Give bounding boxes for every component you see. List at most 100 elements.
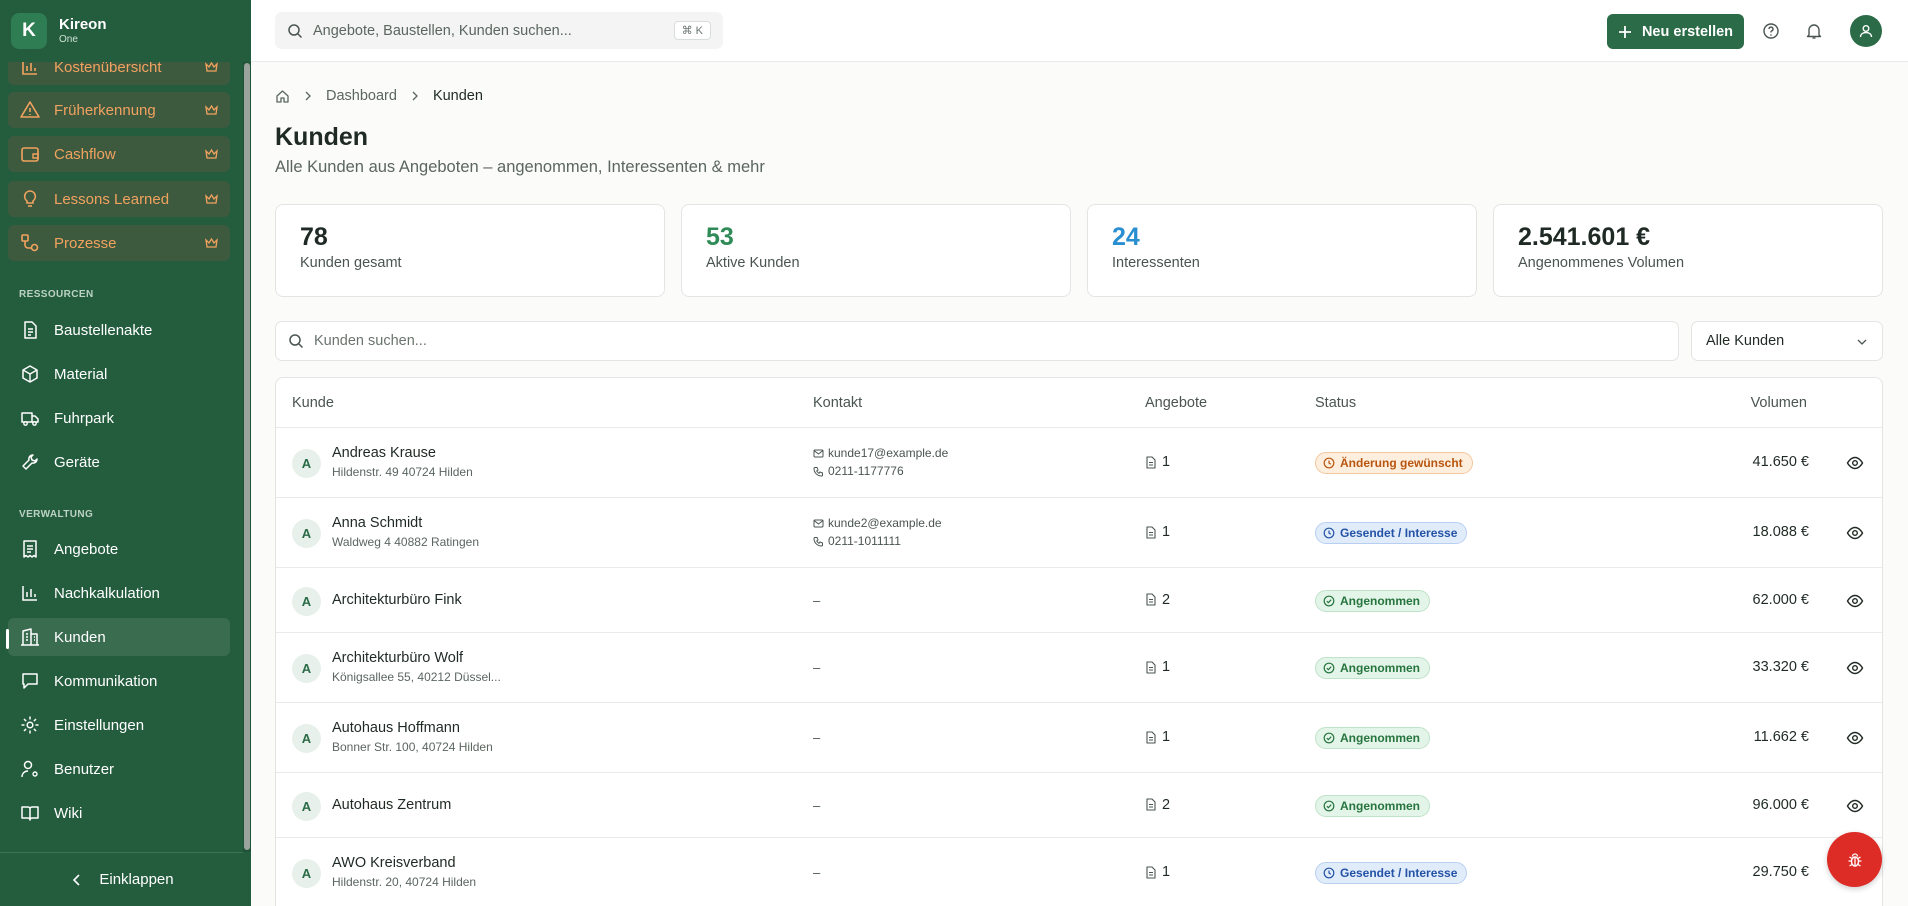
- sidebar-item-nachkalkulation[interactable]: Nachkalkulation: [8, 574, 230, 612]
- sidebar-item-prozesse[interactable]: Prozesse: [8, 225, 230, 261]
- check-circle-icon: [1323, 732, 1335, 744]
- crown-icon: [205, 148, 218, 159]
- view-eye-icon[interactable]: [1846, 729, 1864, 747]
- help-icon[interactable]: [1762, 22, 1780, 40]
- active-indicator: [6, 629, 9, 649]
- filter-selected-value: Alle Kunden: [1706, 333, 1785, 349]
- stat-value: 2.541.601 €: [1518, 223, 1651, 251]
- customer-search[interactable]: [275, 321, 1679, 361]
- sidebar-item-angebote[interactable]: Angebote: [8, 530, 230, 568]
- customer-name[interactable]: Architekturbüro Wolf: [332, 650, 463, 666]
- clock-icon: [1323, 867, 1335, 879]
- col-header-volumen[interactable]: Volumen: [1751, 378, 1807, 427]
- bar-chart-icon: [22, 586, 37, 601]
- col-header-status[interactable]: Status: [1315, 378, 1356, 427]
- view-eye-icon[interactable]: [1846, 524, 1864, 542]
- global-search[interactable]: Angebote, Baustellen, Kunden suchen... ⌘…: [275, 12, 723, 49]
- status-badge: Gesendet / Interesse: [1315, 862, 1468, 884]
- table-row[interactable]: A Autohaus Hoffmann Bonner Str. 100, 40724…: [276, 703, 1882, 773]
- document-icon: [1146, 865, 1156, 879]
- contact-email[interactable]: kunde17@example.de: [813, 446, 948, 460]
- offers-count-value: 1: [1162, 729, 1171, 745]
- bell-icon[interactable]: [1805, 22, 1823, 40]
- stat-card-prospects: 24 Interessenten: [1087, 204, 1477, 297]
- view-eye-icon[interactable]: [1846, 592, 1864, 610]
- customer-filter-select[interactable]: Alle Kunden: [1691, 321, 1883, 361]
- sidebar-scrollbar-thumb[interactable]: [244, 63, 250, 850]
- check-circle-icon: [1323, 662, 1335, 674]
- customer-address: Bonner Str. 100, 40724 Hilden: [332, 740, 493, 754]
- sidebar-item-einstellungen[interactable]: Einstellungen: [8, 706, 230, 744]
- table-row[interactable]: A Architekturbüro Fink – 2 Angenommen 62.000 …: [276, 568, 1882, 633]
- sidebar-item-label: Fuhrpark: [54, 409, 115, 427]
- table-row[interactable]: A Architekturbüro Wolf Königsallee 55, 402…: [276, 633, 1882, 703]
- user-avatar[interactable]: [1850, 15, 1882, 47]
- sidebar-item-label: Früherkennung: [54, 101, 156, 119]
- contact-phone[interactable]: 0211-1177776: [813, 464, 904, 478]
- sidebar-item-label: Geräte: [54, 453, 100, 471]
- contact-email[interactable]: kunde2@example.de: [813, 516, 942, 530]
- collapse-button[interactable]: Einklappen: [0, 852, 243, 906]
- stat-label: Angenommenes Volumen: [1518, 255, 1685, 271]
- clock-icon: [1323, 457, 1335, 469]
- user-icon: [1859, 25, 1873, 38]
- phone-icon: [813, 466, 823, 477]
- table-row[interactable]: A Andreas Krause Hildenstr. 49 40724 Hilde…: [276, 428, 1882, 498]
- customer-name[interactable]: Autohaus Zentrum: [332, 797, 451, 813]
- crown-icon: [205, 193, 218, 204]
- sidebar-item-label: Cashflow: [54, 145, 116, 163]
- status-text: Angenommen: [1340, 731, 1421, 745]
- receipt-icon: [23, 540, 37, 558]
- view-eye-icon[interactable]: [1846, 797, 1864, 815]
- offers-count: 1: [1145, 454, 1170, 470]
- home-icon[interactable]: [275, 89, 290, 104]
- volume-value: 18.088 €: [1752, 524, 1809, 540]
- wallet-icon: [21, 147, 39, 162]
- customer-search-input[interactable]: [314, 333, 1614, 349]
- customer-name[interactable]: Andreas Krause: [332, 445, 436, 461]
- customers-table: Kunde Kontakt Angebote Status Volumen AA…: [275, 377, 1883, 906]
- sidebar-item-material[interactable]: Material: [8, 355, 230, 393]
- page-title: Kunden: [275, 123, 369, 151]
- customer-name[interactable]: AWO Kreisverband: [332, 855, 456, 871]
- view-eye-icon[interactable]: [1846, 659, 1864, 677]
- truck-icon: [21, 412, 39, 426]
- sidebar-item-label: Prozesse: [54, 234, 117, 252]
- sidebar-item-frueherkennung[interactable]: Früherkennung: [8, 92, 230, 128]
- new-create-button[interactable]: Neu erstellen: [1607, 14, 1744, 49]
- customer-avatar: A: [292, 859, 321, 888]
- sidebar-header[interactable]: K Kireon One: [0, 0, 251, 62]
- customer-name[interactable]: Autohaus Hoffmann: [332, 720, 460, 736]
- stat-value: 78: [300, 223, 328, 251]
- sidebar-item-benutzer[interactable]: Benutzer: [8, 750, 230, 788]
- sidebar-item-cashflow[interactable]: Cashflow: [8, 136, 230, 172]
- sidebar-item-kunden[interactable]: Kunden: [8, 618, 230, 656]
- bug-report-button[interactable]: [1827, 832, 1882, 887]
- contact-phone[interactable]: 0211-1011111: [813, 534, 901, 548]
- sidebar-item-kommunikation[interactable]: Kommunikation: [8, 662, 230, 700]
- sidebar-item-wiki[interactable]: Wiki: [8, 794, 230, 832]
- table-row[interactable]: A Anna Schmidt Waldweg 4 40882 Ratingen kun…: [276, 498, 1882, 568]
- sidebar-item-baustellenakte[interactable]: Baustellenakte: [8, 311, 230, 349]
- col-header-kunde[interactable]: Kunde: [292, 378, 334, 427]
- document-icon: [1146, 593, 1156, 606]
- table-row[interactable]: A Autohaus Zentrum – 2 Angenommen 96.000 €: [276, 773, 1882, 838]
- sidebar-item-lessons-learned[interactable]: Lessons Learned: [8, 181, 230, 217]
- customer-name[interactable]: Anna Schmidt: [332, 515, 422, 531]
- volume-value: 11.662 €: [1753, 729, 1809, 745]
- col-header-angebote[interactable]: Angebote: [1145, 378, 1207, 427]
- stat-label: Kunden gesamt: [300, 255, 402, 271]
- app-logo: K: [11, 13, 47, 49]
- table-row[interactable]: A AWO Kreisverband Hildenstr. 20, 40724 Hi…: [276, 838, 1882, 906]
- status-text: Angenommen: [1340, 661, 1421, 675]
- breadcrumb-dashboard[interactable]: Dashboard: [326, 88, 397, 104]
- app-edition: One: [59, 33, 78, 45]
- document-icon: [1146, 730, 1156, 744]
- customer-name[interactable]: Architekturbüro Fink: [332, 592, 462, 608]
- view-eye-icon[interactable]: [1846, 454, 1864, 472]
- sidebar-item-geraete[interactable]: Geräte: [8, 443, 230, 481]
- user-gear-icon: [21, 760, 38, 778]
- sidebar-item-fuhrpark[interactable]: Fuhrpark: [8, 399, 230, 437]
- customer-avatar: A: [292, 654, 321, 683]
- check-circle-icon: [1323, 800, 1335, 811]
